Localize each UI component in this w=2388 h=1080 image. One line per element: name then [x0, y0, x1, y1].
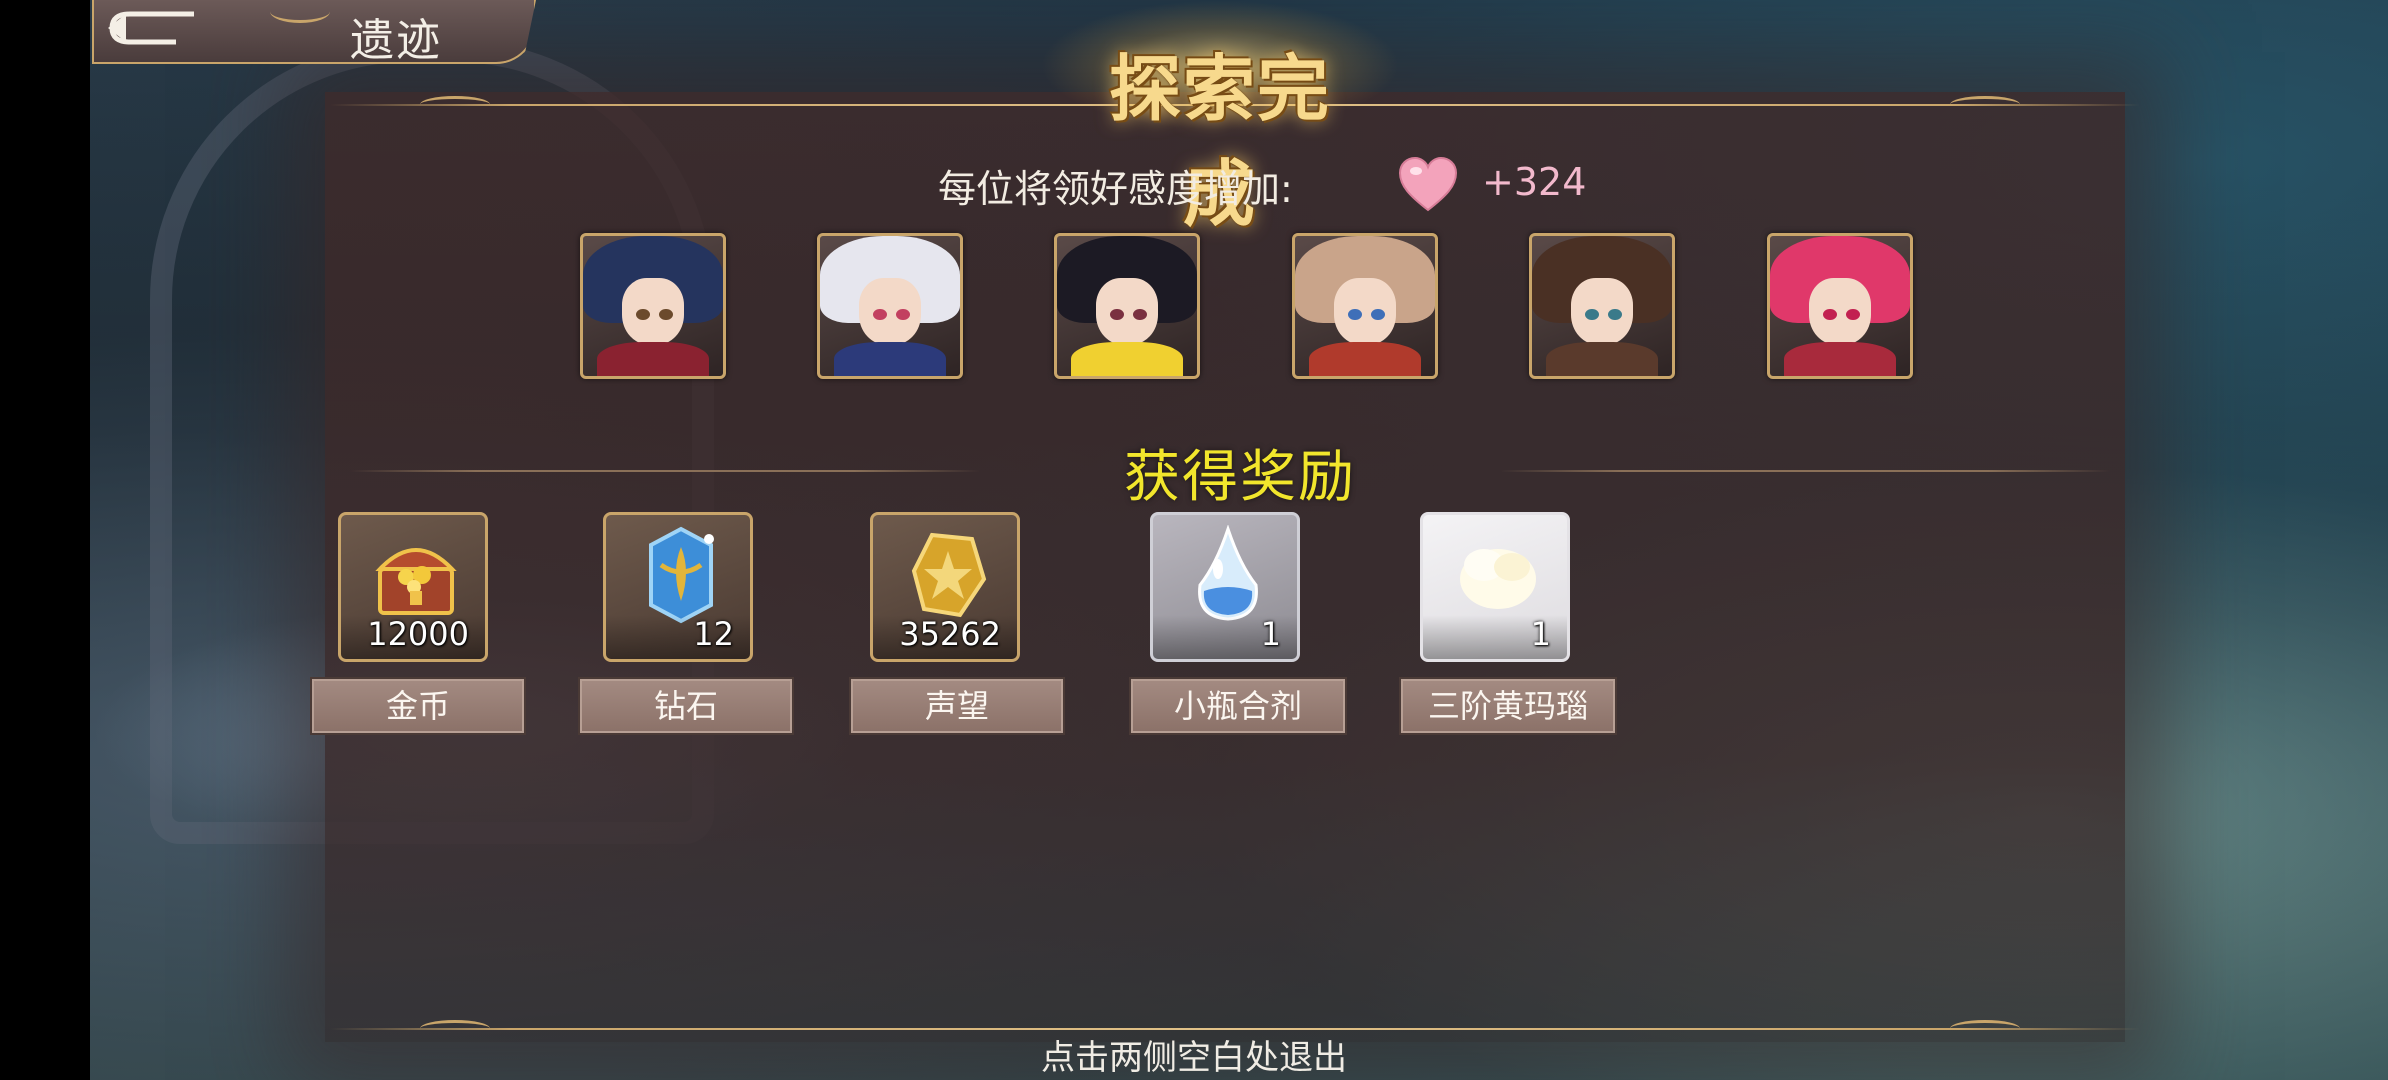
affection-label: 每位将领好感度增加: [938, 167, 1293, 211]
portrait-face [859, 278, 921, 346]
portrait-face [1809, 278, 1871, 346]
commander-portrait[interactable] [580, 233, 726, 379]
reward-count: 1 [1530, 615, 1551, 653]
prestige-medal-icon [898, 525, 998, 625]
potion-bottle-icon [1178, 524, 1278, 625]
flourish-ornament [1950, 96, 2020, 113]
portrait-outfit [1071, 342, 1183, 376]
reward-item[interactable]: 12 [603, 512, 753, 662]
portrait-eye [1348, 308, 1363, 320]
reward-item[interactable]: 35262 [870, 512, 1020, 662]
flourish-ornament [420, 96, 490, 113]
reward-label: 小瓶合剂 [1129, 677, 1347, 735]
reward-label: 钻石 [578, 677, 794, 735]
back-arrow-icon[interactable] [106, 8, 196, 48]
portrait-face [1334, 278, 1396, 346]
portrait-outfit [834, 342, 946, 376]
portrait-face [1571, 278, 1633, 346]
reward-count: 12000 [367, 615, 469, 653]
treasure-chest-icon [366, 525, 466, 625]
commander-portrait[interactable] [1292, 233, 1438, 379]
reward-item[interactable]: 1 [1150, 512, 1300, 662]
reward-count: 12 [693, 615, 734, 653]
reward-item[interactable]: 1 [1420, 512, 1570, 662]
commander-portrait[interactable] [1529, 233, 1675, 379]
reward-label: 声望 [849, 677, 1065, 735]
portrait-eye [1370, 308, 1385, 320]
commander-portrait[interactable] [1767, 233, 1913, 379]
title-ornament [270, 0, 330, 23]
reward-label: 三阶黄玛瑙 [1399, 677, 1617, 735]
divider-left [350, 470, 980, 472]
exit-hint: 点击两侧空白处退出 [1041, 1038, 1347, 1078]
rewards-title: 获得奖励 [1124, 445, 1356, 510]
affection-value: +324 [1482, 160, 1587, 204]
portrait-eye [1607, 308, 1622, 320]
portrait-outfit [1546, 342, 1658, 376]
reward-item[interactable]: 12000 [338, 512, 488, 662]
portrait-eye [658, 308, 673, 320]
portrait-outfit [1309, 342, 1421, 376]
page-title: 遗迹 [350, 15, 442, 66]
portrait-eye [1110, 308, 1125, 320]
portrait-eye [895, 308, 910, 320]
portrait-eye [636, 308, 651, 320]
portrait-eye [1585, 308, 1600, 320]
portrait-eye [1823, 308, 1838, 320]
reward-count: 35262 [899, 615, 1001, 653]
agate-stone-icon [1448, 525, 1548, 625]
portrait-face [622, 278, 684, 346]
portrait-eye [1845, 308, 1860, 320]
commander-portrait[interactable] [817, 233, 963, 379]
divider-right [1500, 470, 2110, 472]
reward-label: 金币 [310, 677, 526, 735]
diamond-crystal-icon [631, 525, 731, 625]
heart-icon [1398, 156, 1458, 212]
portrait-eye [873, 308, 888, 320]
portrait-outfit [1784, 342, 1896, 376]
reward-count: 1 [1260, 615, 1281, 653]
commander-portrait[interactable] [1054, 233, 1200, 379]
portrait-outfit [597, 342, 709, 376]
portrait-eye [1132, 308, 1147, 320]
portrait-face [1096, 278, 1158, 346]
